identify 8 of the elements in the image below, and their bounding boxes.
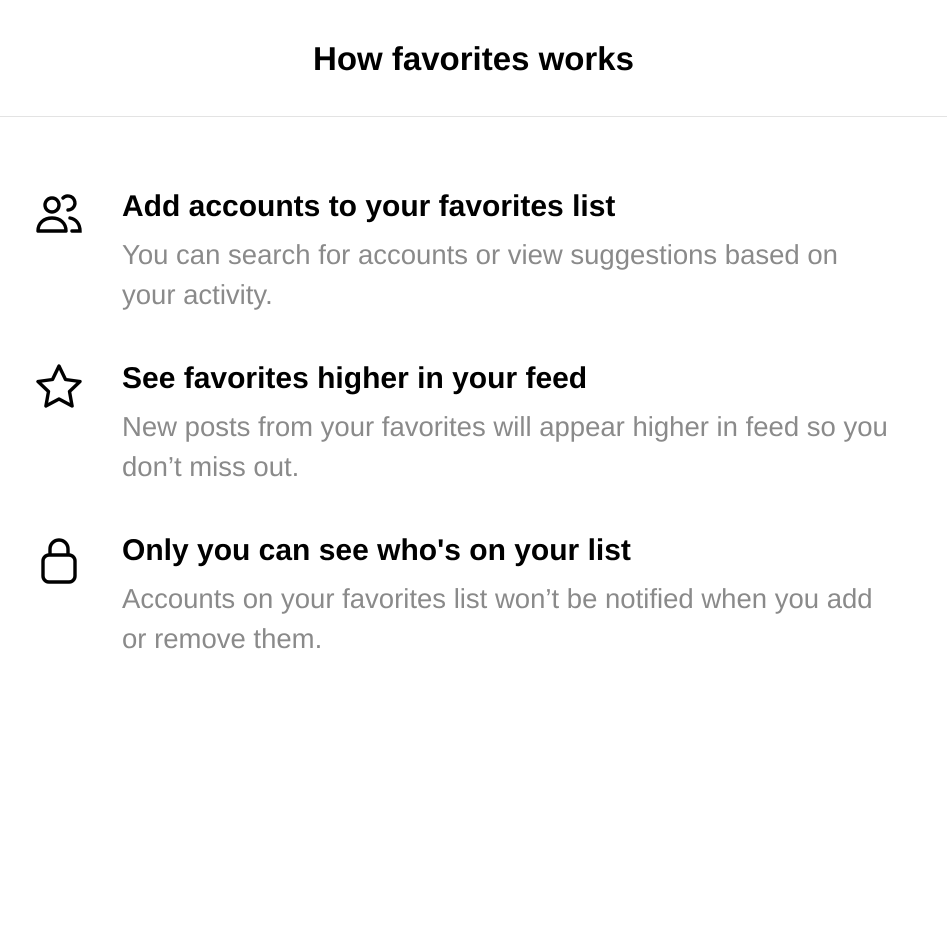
item-heading: Only you can see who's on your list <box>122 533 632 569</box>
dialog-title: How favorites works <box>313 39 634 78</box>
item-description: New posts from your favorites will appear higher in feed so you don’t miss out. <box>122 410 889 484</box>
item-heading: See favorites higher in your feed <box>122 361 588 397</box>
item-description: Accounts on your favorites list won’t be notified when you add or remove them. <box>122 582 874 656</box>
star-icon <box>34 363 84 409</box>
item-description: You can search for accounts or view suggestions based on your activity. <box>122 238 839 312</box>
item-heading: Add accounts to your favorites list <box>122 189 616 225</box>
